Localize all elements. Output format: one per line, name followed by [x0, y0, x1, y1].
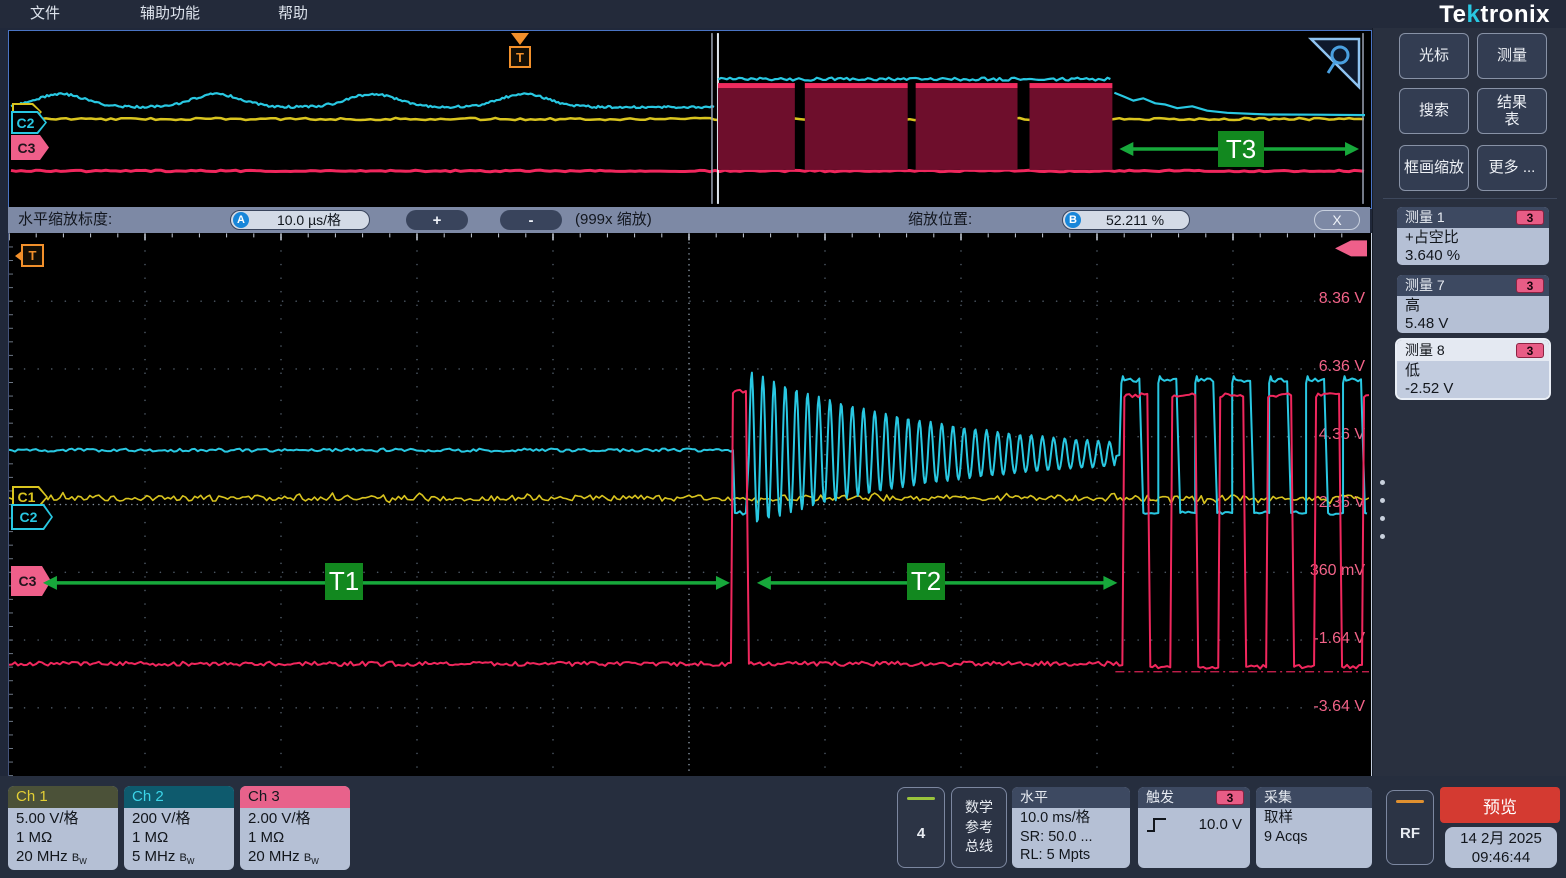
main-waveform-display[interactable]: 8.36 V 6.36 V 4.36 V 2.36 V 360 mV -1.64… — [8, 233, 1373, 777]
zoom-scale-label: 水平缩放标度: — [18, 211, 112, 229]
measurement-badge-1[interactable]: 测量 1 3 +占空比 3.640 % — [1397, 207, 1549, 265]
rising-edge-icon — [1146, 816, 1168, 834]
overview-ch2-label[interactable]: C2 — [11, 111, 47, 134]
trigger-position-marker[interactable]: T — [507, 33, 533, 68]
zoom-scale-value: 10.0 µs/格 — [249, 210, 369, 230]
zoom-position-value: 52.211 % — [1081, 212, 1189, 228]
measure-button[interactable]: 测量 — [1477, 33, 1547, 79]
search-button[interactable]: 搜索 — [1399, 88, 1469, 134]
t2-annotation-label: T2 — [907, 563, 945, 600]
measurement-value: 3.640 % — [1405, 247, 1541, 265]
panel-drag-handle[interactable] — [1380, 480, 1385, 539]
rf-label: RF — [1400, 803, 1420, 864]
trigger-t-icon: T — [509, 46, 531, 68]
source-chip: 3 — [1516, 343, 1544, 358]
ch1-badge-title: Ch 1 — [8, 786, 118, 808]
more-button[interactable]: 更多 ... — [1477, 145, 1547, 191]
record-length: RL: 5 Mpts — [1020, 846, 1122, 865]
horizontal-title: 水平 — [1012, 787, 1130, 808]
measurement-title: 测量 1 — [1405, 209, 1445, 225]
ch2-badge-title: Ch 2 — [124, 786, 234, 808]
menu-utility[interactable]: 辅助功能 — [140, 4, 200, 24]
knob-b-icon: B — [1065, 212, 1081, 228]
zoom-scale-control[interactable]: A 10.0 µs/格 — [230, 210, 370, 230]
zoom-close-button[interactable]: X — [1314, 210, 1360, 230]
ch4-label: 4 — [917, 800, 925, 867]
horizontal-badge[interactable]: 水平 10.0 ms/格 SR: 50.0 ... RL: 5 Mpts — [1012, 787, 1130, 868]
t1-annotation-label: T1 — [325, 563, 363, 600]
time-text: 09:46:44 — [1472, 848, 1530, 867]
menu-help[interactable]: 帮助 — [278, 4, 308, 24]
results-table-button[interactable]: 结果 表 — [1477, 88, 1547, 134]
measurement-badge-8[interactable]: 测量 8 3 低 -2.52 V — [1397, 340, 1549, 398]
sidebar-divider — [1383, 198, 1557, 199]
source-chip: 3 — [1516, 278, 1544, 293]
zoom-out-button[interactable]: - — [500, 210, 562, 230]
ch1-scale: 5.00 V/格 — [16, 809, 110, 828]
measurement-name: 高 — [1405, 297, 1541, 315]
math-ref-bus-button[interactable]: 数学 参考 总线 — [951, 787, 1007, 868]
measurement-badge-7[interactable]: 测量 7 3 高 5.48 V — [1397, 275, 1549, 333]
zoom-position-label: 缩放位置: — [908, 211, 972, 229]
date-text: 14 2月 2025 — [1460, 829, 1542, 848]
measurement-value: 5.48 V — [1405, 315, 1541, 333]
menu-bar: 文件 辅助功能 帮助 Tektronix — [0, 0, 1566, 28]
trigger-title: 触发 — [1146, 789, 1174, 805]
measurement-title: 测量 8 — [1405, 342, 1445, 358]
measurement-name: +占空比 — [1405, 229, 1541, 247]
overview-waveforms — [9, 31, 1369, 206]
ch3-impedance: 1 MΩ — [248, 828, 342, 847]
box-zoom-button[interactable]: 框画缩放 — [1399, 145, 1469, 191]
sample-rate: SR: 50.0 ... — [1020, 828, 1122, 847]
trigger-indicator-marker[interactable]: T — [21, 244, 44, 267]
oscilloscope-app: 文件 辅助功能 帮助 Tektronix T C2 C3 T3 — [0, 0, 1566, 878]
acquisition-title: 采集 — [1256, 787, 1372, 808]
zoom-control-bar: 水平缩放标度: A 10.0 µs/格 + - (999x 缩放) 缩放位置: … — [8, 207, 1370, 233]
zoom-position-control[interactable]: B 52.211 % — [1062, 210, 1190, 230]
cursors-button[interactable]: 光标 — [1399, 33, 1469, 79]
tektronix-logo: Tektronix — [1439, 1, 1550, 29]
horizontal-scale: 10.0 ms/格 — [1020, 809, 1122, 828]
ch3-badge[interactable]: Ch 3 2.00 V/格 1 MΩ 20 MHz BW — [240, 786, 350, 870]
measurement-name: 低 — [1405, 362, 1541, 380]
measurement-title: 测量 7 — [1405, 277, 1445, 293]
zoom-in-button[interactable]: + — [406, 210, 468, 230]
ch1-impedance: 1 MΩ — [16, 828, 110, 847]
ch2-badge[interactable]: Ch 2 200 V/格 1 MΩ 5 MHz BW — [124, 786, 234, 870]
ch2-bandwidth: 5 MHz BW — [132, 847, 226, 870]
acquisition-count: 9 Acqs — [1264, 828, 1364, 847]
knob-a-icon: A — [233, 212, 249, 228]
ch3-badge-title: Ch 3 — [240, 786, 350, 808]
datetime-display: 14 2月 2025 09:46:44 — [1445, 827, 1557, 868]
trigger-arrow-icon — [511, 33, 529, 45]
ch1-badge[interactable]: Ch 1 5.00 V/格 1 MΩ 20 MHz BW — [8, 786, 118, 870]
ch3-scale: 2.00 V/格 — [248, 809, 342, 828]
zoom-factor-label: (999x 缩放) — [575, 211, 652, 229]
overview-ch3-label[interactable]: C3 — [11, 135, 49, 160]
ch1-bandwidth: 20 MHz BW — [16, 847, 110, 870]
acquisition-mode: 取样 — [1264, 809, 1364, 828]
waveform-overview[interactable]: T C2 C3 T3 — [8, 30, 1372, 209]
ch2-scale: 200 V/格 — [132, 809, 226, 828]
trigger-badge[interactable]: 触发 3 10.0 V — [1138, 787, 1250, 868]
ch4-badge[interactable]: 4 — [897, 787, 945, 868]
trigger-level: 10.0 V — [1178, 816, 1242, 835]
measurement-value: -2.52 V — [1405, 380, 1541, 398]
right-sidebar: 光标 测量 搜索 结果 表 框画缩放 更多 ... 测量 1 3 +占空比 3.… — [1372, 28, 1566, 776]
annotation-overlay — [9, 233, 1369, 776]
ch3-bandwidth: 20 MHz BW — [248, 847, 342, 870]
rf-badge[interactable]: RF — [1386, 790, 1434, 865]
preview-button[interactable]: 预览 — [1440, 787, 1560, 823]
t3-annotation-label: T3 — [1218, 131, 1264, 167]
menu-file[interactable]: 文件 — [30, 4, 60, 24]
trigger-source-chip: 3 — [1216, 790, 1244, 805]
acquisition-badge[interactable]: 采集 取样 9 Acqs — [1256, 787, 1372, 868]
ch2-impedance: 1 MΩ — [132, 828, 226, 847]
source-chip: 3 — [1516, 210, 1544, 225]
zoom-tool-icon[interactable] — [1307, 35, 1363, 91]
bottom-settings-bar: Ch 1 5.00 V/格 1 MΩ 20 MHz BW Ch 2 200 V/… — [0, 776, 1566, 878]
